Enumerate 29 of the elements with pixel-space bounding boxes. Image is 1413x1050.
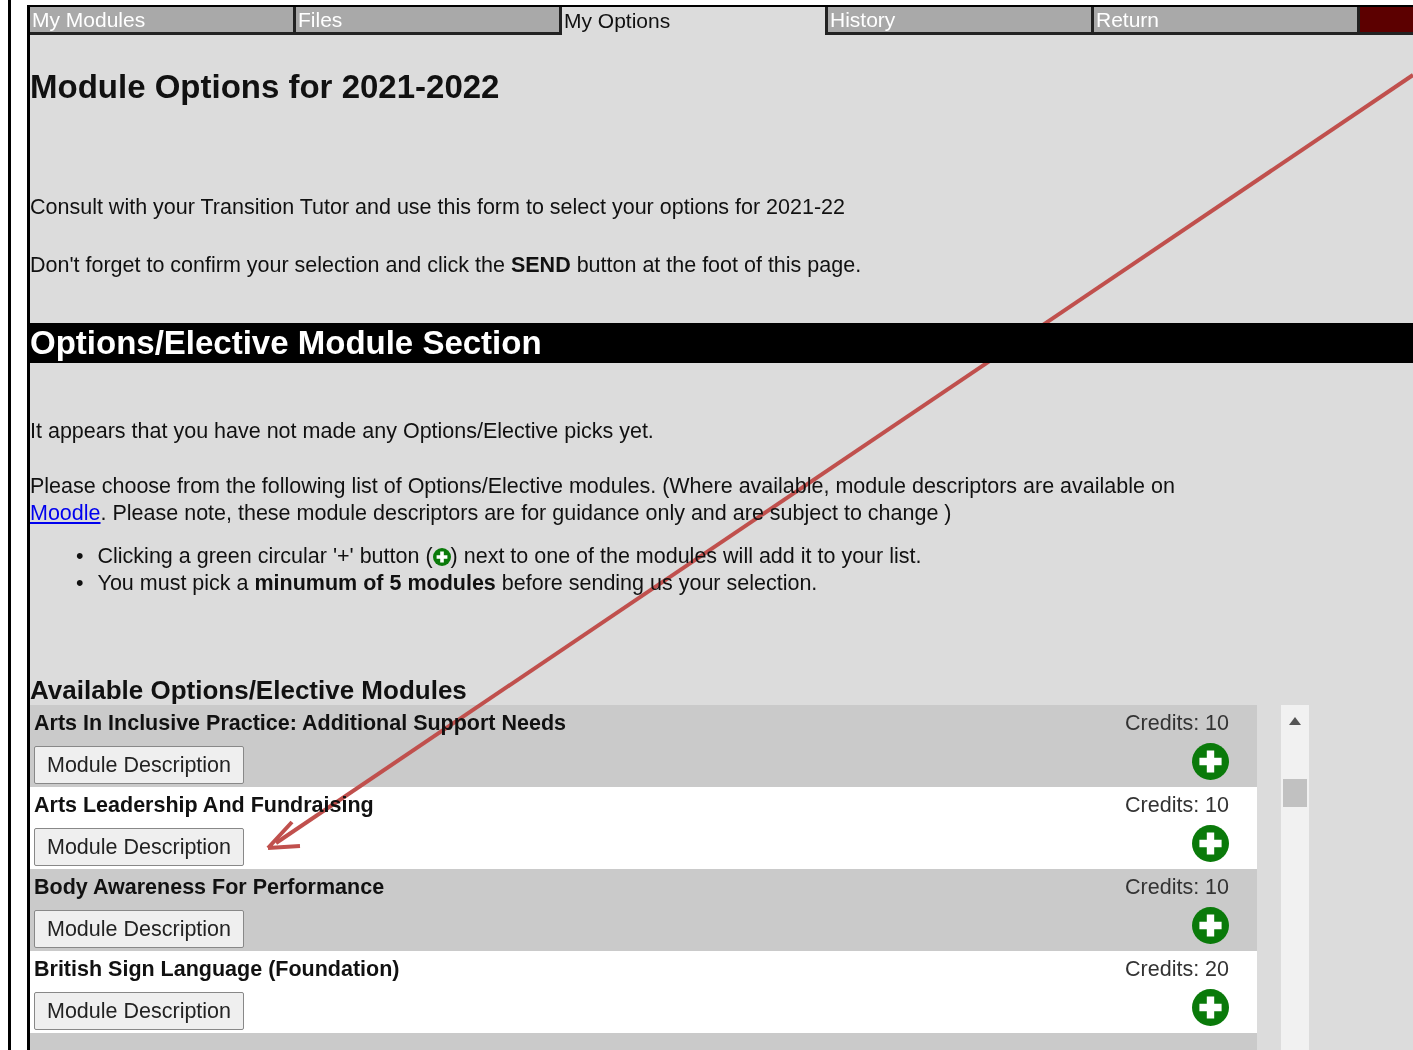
module-description-button[interactable]: Module Description xyxy=(34,991,245,1030)
add-button[interactable] xyxy=(1192,825,1229,863)
module-title: British Sign Language (Foundation) xyxy=(34,956,400,984)
list-title: Available Options/Elective Modules xyxy=(30,675,468,706)
credits-text: Credits: 20 xyxy=(1125,956,1229,984)
intro-text: Consult with your Transition Tutor and use this form to select your options for 2021-22 xyxy=(30,193,847,221)
credits-text: Credits: 10 xyxy=(1125,874,1229,902)
add-button[interactable] xyxy=(1192,907,1229,945)
add-button[interactable] xyxy=(1192,989,1229,1027)
credits-text: Credits: 10 xyxy=(1125,792,1229,820)
notice-text: It appears that you have not made any Options/Elective picks yet. xyxy=(30,418,655,446)
module-description-button[interactable]: Module Description xyxy=(34,909,245,948)
bullet-marker: • xyxy=(76,543,84,571)
scroll-thumb[interactable] xyxy=(1283,779,1307,808)
credits-text: Credits: 10 xyxy=(1125,710,1229,738)
section-header: Options/Elective Module Section xyxy=(30,323,1413,364)
module-description-button[interactable]: Module Description xyxy=(34,745,245,784)
module-title: Body Awareness For Performance xyxy=(34,874,385,902)
add-icon xyxy=(432,548,451,567)
scrollbar[interactable] xyxy=(1281,705,1309,1050)
moodle-link[interactable]: Moodle xyxy=(30,501,101,526)
bullet-marker: • xyxy=(76,570,84,598)
scroll-up-icon[interactable] xyxy=(1289,717,1301,726)
module-description-button[interactable]: Module Description xyxy=(34,827,245,866)
add-button[interactable] xyxy=(1192,743,1229,781)
tab-bar-block xyxy=(1360,7,1413,35)
instruction-text: Don't forget to confirm your selection and click the SEND button at the foot of this page. xyxy=(30,251,863,279)
page-title: Module Options for 2021-2022 xyxy=(30,67,501,107)
nav-tab[interactable]: My Options xyxy=(562,7,828,35)
